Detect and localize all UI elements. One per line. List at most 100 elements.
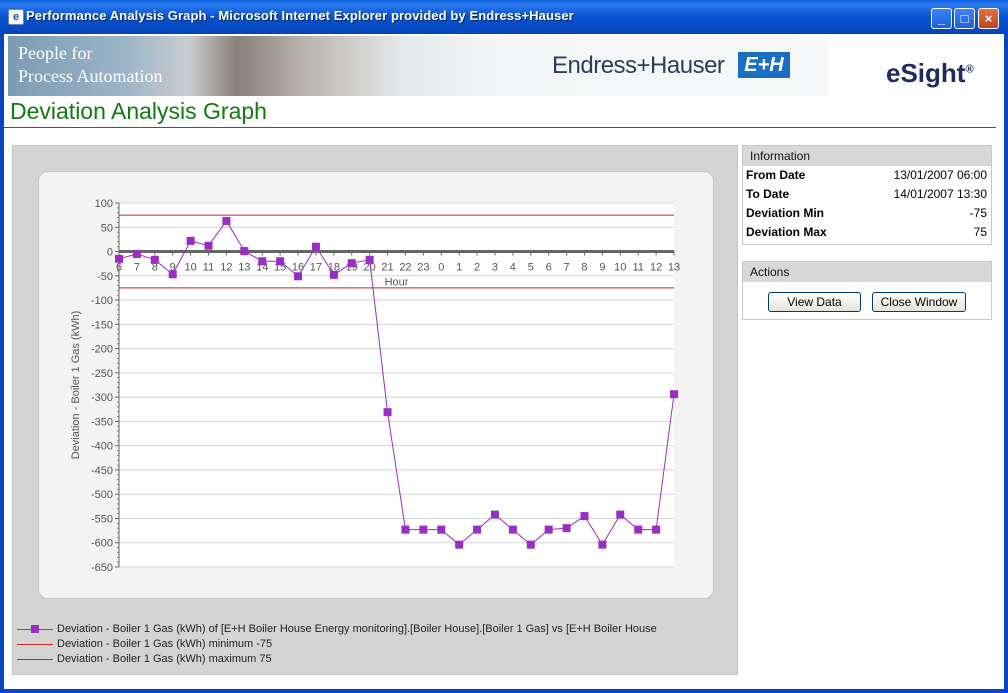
x-tick-label: 12 xyxy=(220,262,232,274)
data-point xyxy=(562,524,571,533)
chart-card: 100 50 0 -50 -100 -150 -200 -250 -300 -350 -400 -45… xyxy=(38,171,714,599)
info-row-deviation-max: Deviation Max 75 xyxy=(743,223,991,242)
data-point xyxy=(437,525,446,534)
data-point xyxy=(383,408,392,417)
data-point xyxy=(544,525,553,534)
title-divider xyxy=(4,127,996,128)
x-tick-label: 3 xyxy=(492,262,498,274)
info-label: From Date xyxy=(746,168,806,182)
window-title: Performance Analysis Graph - Microsoft I… xyxy=(26,8,574,23)
y-axis-title: Deviation - Boiler 1 Gas (kWh) xyxy=(70,311,82,460)
actions-panel: Actions View Data Close Window xyxy=(742,261,992,320)
y-tick-label: -200 xyxy=(91,344,113,356)
chart-panel: 100 50 0 -50 -100 -150 -200 -250 -300 -350 -400 -45… xyxy=(12,145,738,675)
data-point xyxy=(186,236,195,245)
legend-item-minimum: Deviation - Boiler 1 Gas (kWh) minimum -… xyxy=(17,637,737,652)
data-point xyxy=(115,254,123,263)
legend-item-maximum: Deviation - Boiler 1 Gas (kWh) maximum 7… xyxy=(17,652,737,667)
banner-slogan: People for Process Automation xyxy=(18,42,163,88)
x-tick-label: 13 xyxy=(668,262,680,274)
information-panel: Information From Date 13/01/2007 06:00 T… xyxy=(742,145,992,245)
data-point xyxy=(365,255,374,264)
x-tick-label: 0 xyxy=(438,262,444,274)
info-label: To Date xyxy=(746,187,790,201)
slogan-line1: People for xyxy=(18,43,93,63)
info-label: Deviation Max xyxy=(746,225,827,239)
data-point xyxy=(294,272,303,281)
internet-explorer-icon: e xyxy=(8,9,24,25)
info-value: 14/01/2007 13:30 xyxy=(893,187,987,201)
window-titlebar[interactable]: e Performance Analysis Graph - Microsoft… xyxy=(0,0,1008,34)
window-frame-right xyxy=(1004,34,1008,693)
data-point xyxy=(311,242,320,251)
information-heading: Information xyxy=(743,146,991,166)
data-point xyxy=(473,525,482,534)
chart-legend: Deviation - Boiler 1 Gas (kWh) of [E+H B… xyxy=(17,622,737,672)
x-tick-label: 21 xyxy=(381,262,393,274)
x-tick-label: 11 xyxy=(632,262,643,274)
data-point xyxy=(670,390,678,399)
data-point xyxy=(508,525,517,534)
data-point xyxy=(616,510,625,519)
info-row-to-date: To Date 14/01/2007 13:30 xyxy=(743,185,991,204)
data-point xyxy=(652,525,661,534)
data-point xyxy=(455,540,464,549)
data-point xyxy=(401,525,410,534)
x-axis-title: Hour xyxy=(385,277,409,289)
brand-name: Endress+Hauser xyxy=(552,52,725,79)
y-tick-label: -150 xyxy=(91,319,113,331)
slogan-line2: Process Automation xyxy=(18,66,163,86)
maximize-button[interactable]: □ xyxy=(954,8,975,29)
page-title: Deviation Analysis Graph xyxy=(10,98,267,124)
x-tick-label: 10 xyxy=(614,262,626,274)
data-point xyxy=(490,510,499,519)
view-data-button[interactable]: View Data xyxy=(768,292,861,312)
info-row-deviation-min: Deviation Min -75 xyxy=(743,204,991,223)
close-window-button[interactable]: Close Window xyxy=(872,292,966,312)
data-point xyxy=(150,255,159,264)
data-point xyxy=(526,540,535,549)
x-tick-label: 11 xyxy=(203,262,214,274)
plot-area xyxy=(119,203,674,567)
brand-logo: E+H xyxy=(738,52,790,78)
y-tick-label: 0 xyxy=(107,247,113,259)
minimize-button[interactable]: _ xyxy=(931,8,952,29)
x-tick-label: 7 xyxy=(564,262,570,274)
x-tick-label: 6 xyxy=(116,262,122,274)
legend-label: Deviation - Boiler 1 Gas (kWh) of [E+H B… xyxy=(57,623,657,635)
x-tick-label: 6 xyxy=(546,262,552,274)
data-point xyxy=(168,270,177,279)
y-tick-label: -550 xyxy=(91,513,113,525)
product-name: eSight xyxy=(886,58,966,88)
x-tick-label: 9 xyxy=(599,262,605,274)
y-tick-label: -300 xyxy=(91,392,113,404)
x-tick-label: 13 xyxy=(238,262,250,274)
data-point xyxy=(258,257,267,266)
data-point xyxy=(132,249,141,258)
x-tick-label: 8 xyxy=(581,262,587,274)
y-tick-label: -600 xyxy=(91,538,113,550)
legend-label: Deviation - Boiler 1 Gas (kWh) maximum 7… xyxy=(57,653,272,665)
data-point xyxy=(204,241,213,250)
x-tick-label: 17 xyxy=(310,262,322,274)
data-point xyxy=(419,525,428,534)
data-point xyxy=(598,540,607,549)
data-point xyxy=(329,270,338,279)
y-tick-label: -250 xyxy=(91,368,113,380)
x-tick-label: 23 xyxy=(417,262,429,274)
data-point xyxy=(347,259,356,268)
y-tick-label: -450 xyxy=(91,465,113,477)
data-point xyxy=(580,512,589,521)
y-tick-label: -400 xyxy=(91,441,113,453)
info-value: 75 xyxy=(973,225,987,239)
info-row-from-date: From Date 13/01/2007 06:00 xyxy=(743,166,991,185)
data-point xyxy=(240,247,249,256)
registered-mark: ® xyxy=(965,63,974,76)
legend-line xyxy=(17,644,53,645)
x-tick-label: 5 xyxy=(528,262,534,274)
close-button[interactable]: × xyxy=(978,8,999,29)
window-frame-bottom xyxy=(0,689,1008,693)
legend-item-deviation: Deviation - Boiler 1 Gas (kWh) of [E+H B… xyxy=(17,622,737,637)
y-tick-label: 100 xyxy=(95,198,113,210)
header-banner: People for Process Automation Endress+Ha… xyxy=(4,34,1004,96)
